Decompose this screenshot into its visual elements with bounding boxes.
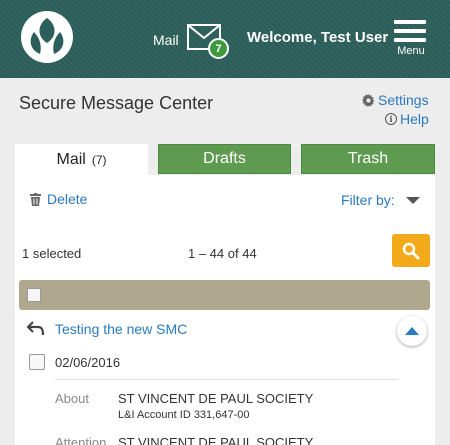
hamburger-icon-bar (394, 38, 426, 42)
menu-button[interactable]: Menu (390, 18, 434, 60)
reply-icon (27, 321, 45, 336)
help-label: Help (400, 111, 429, 127)
caret-down-icon[interactable] (406, 197, 420, 204)
tab-drafts-label: Drafts (203, 150, 246, 167)
about-value: ST VINCENT DE PAUL SOCIETY (118, 391, 314, 406)
settings-link[interactable]: Settings (362, 92, 429, 108)
logo-icon[interactable] (20, 10, 74, 64)
help-link[interactable]: i Help (385, 111, 429, 127)
tab-drafts[interactable]: Drafts (158, 144, 291, 174)
attention-value: ST VINCENT DE PAUL SOCIETY (118, 435, 314, 445)
hamburger-icon-bar (394, 29, 426, 33)
app-header: Mail 7 Welcome, Test User Menu (0, 0, 450, 78)
tab-mail[interactable]: Mail (7) (15, 144, 148, 176)
mail-link-label[interactable]: Mail (153, 32, 179, 48)
attention-label: Attention (55, 435, 107, 445)
hamburger-icon-bar (394, 20, 426, 24)
message-subject-link[interactable]: Testing the new SMC (55, 321, 187, 337)
message-date: 02/06/2016 (55, 355, 121, 370)
gear-icon (362, 93, 375, 107)
tab-mail-label: Mail (56, 151, 86, 168)
search-button[interactable] (392, 234, 430, 267)
tab-trash[interactable]: Trash (301, 144, 435, 174)
collapse-button[interactable] (397, 316, 427, 346)
tab-mail-count: (7) (91, 153, 107, 167)
divider (55, 379, 397, 380)
selected-count: 1 selected (22, 246, 82, 261)
settings-label: Settings (378, 92, 429, 108)
delete-label: Delete (47, 191, 88, 207)
menu-label: Menu (397, 45, 425, 57)
select-all-bar (19, 280, 430, 310)
trash-icon (30, 192, 41, 206)
tab-trash-label: Trash (347, 150, 389, 167)
filter-dropdown[interactable]: Filter by: (341, 192, 395, 208)
page-title: Secure Message Center (19, 93, 214, 113)
about-label: About (55, 391, 89, 406)
unread-count-badge: 7 (208, 38, 229, 59)
search-icon (402, 242, 420, 259)
welcome-text: Welcome, Test User (247, 29, 389, 46)
pagination-range: 1 – 44 of 44 (188, 246, 257, 261)
info-icon: i (385, 113, 397, 125)
message-checkbox[interactable] (29, 354, 45, 370)
delete-button[interactable]: Delete (30, 191, 87, 207)
select-all-checkbox[interactable] (27, 288, 41, 302)
chevron-up-icon (405, 327, 419, 335)
account-id: L&I Account ID 331,647-00 (118, 409, 250, 421)
